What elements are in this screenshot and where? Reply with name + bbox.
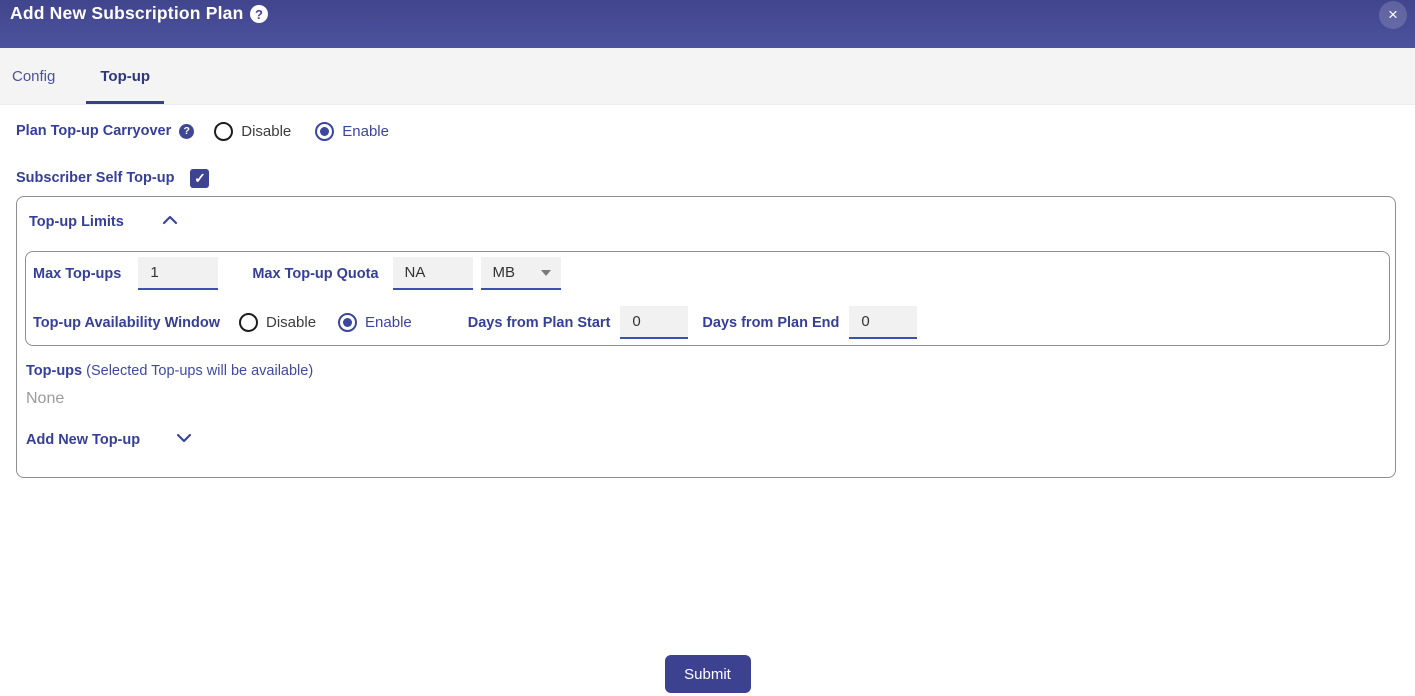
topups-selected-value: None: [26, 390, 64, 408]
limits-inner-box: Max Top-ups Max Top-up Quota MB Top-up A…: [25, 251, 1390, 346]
header-help-icon[interactable]: ?: [250, 5, 268, 23]
topups-label-row: Top-ups (Selected Top-ups will be availa…: [26, 363, 313, 379]
topup-limits-title: Top-up Limits: [29, 214, 124, 230]
chevron-up-icon[interactable]: [162, 213, 178, 231]
carryover-disable-label: Disable: [241, 123, 291, 140]
subscriber-self-topup-label: Subscriber Self Top-up: [16, 170, 174, 186]
topups-hint: (Selected Top-ups will be available): [86, 363, 313, 379]
subscriber-self-topup-checkbox[interactable]: ✓: [190, 169, 209, 188]
tab-config[interactable]: Config: [0, 48, 69, 104]
max-topup-quota-input[interactable]: [393, 257, 473, 290]
topups-label: Top-ups: [26, 363, 82, 379]
plan-topup-carryover-label: Plan Top-up Carryover: [16, 123, 171, 139]
chevron-down-icon[interactable]: [176, 431, 192, 449]
days-from-plan-start-input[interactable]: [620, 306, 688, 339]
max-topups-input[interactable]: [138, 257, 218, 290]
carryover-enable-radio[interactable]: [315, 122, 334, 141]
tab-top-up[interactable]: Top-up: [86, 48, 164, 104]
days-from-plan-end-input[interactable]: [849, 306, 917, 339]
close-icon[interactable]: ×: [1379, 1, 1407, 29]
window-disable-radio[interactable]: [239, 313, 258, 332]
caret-down-icon: [541, 270, 551, 276]
tab-bar: Config Top-up: [0, 48, 1415, 105]
quota-unit-select[interactable]: MB: [481, 257, 561, 290]
topup-limits-panel: Top-up Limits Max Top-ups Max Top-up Quo…: [16, 196, 1396, 478]
max-topup-quota-label: Max Top-up Quota: [252, 266, 378, 282]
modal-title: Add New Subscription Plan: [10, 3, 244, 24]
modal-header: Add New Subscription Plan ? ×: [0, 0, 1415, 48]
window-enable-label: Enable: [365, 314, 412, 331]
add-subscription-plan-modal: Add New Subscription Plan ? × Config Top…: [0, 0, 1415, 696]
days-from-plan-start-label: Days from Plan Start: [468, 315, 611, 331]
max-topups-label: Max Top-ups: [33, 266, 121, 282]
days-from-plan-end-label: Days from Plan End: [702, 315, 839, 331]
availability-window-label: Top-up Availability Window: [33, 315, 220, 331]
window-enable-radio[interactable]: [338, 313, 357, 332]
quota-unit-value: MB: [493, 264, 516, 281]
submit-button[interactable]: Submit: [665, 655, 751, 693]
subscriber-self-topup-row: Subscriber Self Top-up ✓: [16, 166, 209, 190]
carryover-enable-label: Enable: [342, 123, 389, 140]
add-new-topup-label: Add New Top-up: [26, 432, 140, 448]
carryover-disable-radio[interactable]: [214, 122, 233, 141]
help-icon[interactable]: ?: [179, 124, 194, 139]
add-new-topup-row[interactable]: Add New Top-up: [26, 431, 192, 449]
window-disable-label: Disable: [266, 314, 316, 331]
plan-topup-carryover-row: Plan Top-up Carryover ? Disable Enable: [16, 118, 389, 144]
